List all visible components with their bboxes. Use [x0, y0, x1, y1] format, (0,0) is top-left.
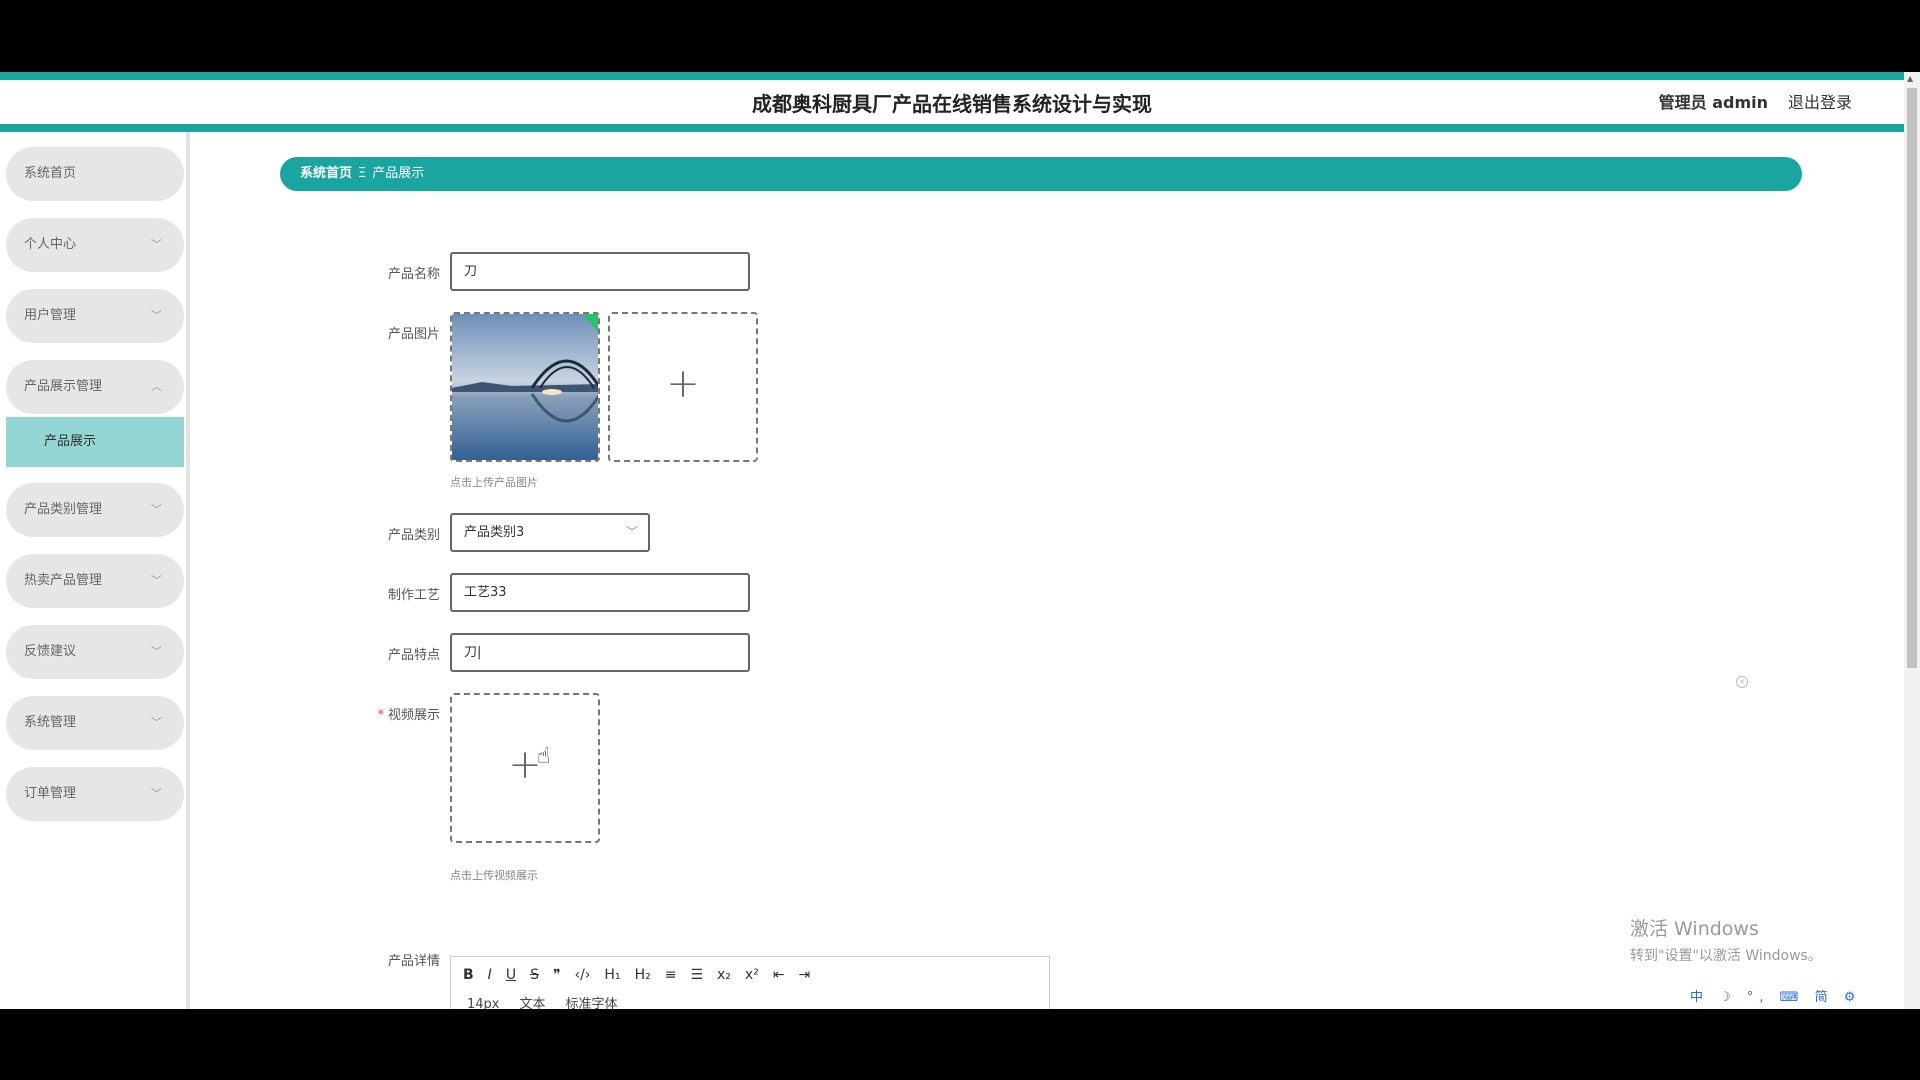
chevron-down-icon: ﹀: [151, 787, 162, 800]
sidebar-item-label: 订单管理: [24, 786, 77, 801]
required-mark: *: [377, 708, 384, 723]
bold-icon[interactable]: B: [463, 967, 474, 983]
close-icon[interactable]: ×: [1736, 676, 1748, 688]
sidebar-item-label: 热卖产品管理: [24, 573, 103, 588]
product-category-value: 产品类别3: [464, 525, 525, 540]
scroll-up-icon[interactable]: ▲: [1907, 74, 1913, 83]
subscript-icon[interactable]: x₂: [717, 967, 731, 983]
app-window: 成都奥科厨具厂产品在线销售系统设计与实现 管理员 admin 退出登录 系统首页…: [0, 72, 1920, 1009]
sidebar-item-feedback[interactable]: 反馈建议 ﹀: [6, 625, 184, 679]
breadcrumb-separator-icon: Ξ: [358, 166, 367, 181]
sidebar-item-system-management[interactable]: 系统管理 ﹀: [6, 696, 184, 750]
sidebar-item-hot-product-management[interactable]: 热卖产品管理 ﹀: [6, 554, 184, 608]
video-display-label-text: 视频展示: [387, 708, 440, 723]
product-image-hint: 点击上传产品图片: [450, 476, 538, 489]
chevron-up-icon: ︿: [151, 380, 162, 393]
product-feature-label: 产品特点: [387, 648, 440, 663]
chevron-down-icon: ﹀: [151, 309, 162, 322]
editor-toolbar-row2: 14px 文本 标准字体: [467, 993, 638, 1009]
product-image-upload-button[interactable]: +: [608, 312, 758, 462]
chevron-down-icon: ﹀: [151, 716, 162, 729]
superscript-icon[interactable]: x²: [745, 967, 759, 983]
blockquote-icon[interactable]: ❞: [553, 967, 561, 983]
product-detail-label: 产品详情: [387, 954, 440, 969]
scrollbar-thumb[interactable]: [1907, 88, 1917, 668]
sidebar-item-label: 系统管理: [24, 715, 77, 730]
plus-icon: +: [508, 742, 542, 788]
text-type-select[interactable]: 文本: [520, 993, 546, 1009]
craft-label: 制作工艺: [387, 588, 440, 603]
sidebar-item-label: 产品展示: [44, 434, 97, 449]
sidebar-item-user-management[interactable]: 用户管理 ﹀: [6, 289, 184, 343]
code-icon[interactable]: ‹/›: [575, 967, 591, 983]
sidebar-item-personal-center[interactable]: 个人中心 ﹀: [6, 218, 184, 272]
plus-icon: +: [666, 361, 700, 407]
page-title: 成都奥科厨具厂产品在线销售系统设计与实现: [752, 92, 1152, 116]
editor-toolbar: B I U S ❞ ‹/› H₁ H₂ ≡ ☰ x₂ x² ⇤ ⇥: [463, 967, 824, 983]
admin-user-label: 管理员 admin: [1658, 93, 1768, 112]
sidebar-item-label: 系统首页: [24, 166, 77, 181]
indent-icon[interactable]: ⇥: [799, 967, 811, 983]
heading1-icon[interactable]: H₁: [604, 967, 620, 983]
sidebar-item-label: 产品类别管理: [24, 502, 103, 517]
product-category-label: 产品类别: [387, 528, 440, 543]
sidebar-item-label: 个人中心: [24, 237, 77, 252]
sidebar-item-product-category-management[interactable]: 产品类别管理 ﹀: [6, 483, 184, 537]
chevron-down-icon: ﹀: [625, 525, 638, 539]
video-upload-button[interactable]: +: [450, 693, 600, 843]
sidebar-item-label: 用户管理: [24, 308, 77, 323]
video-upload-hint: 点击上传视频展示: [450, 869, 538, 882]
product-image-label: 产品图片: [387, 327, 440, 342]
breadcrumb-current: 产品展示: [372, 166, 425, 181]
bridge-photo-image: [452, 314, 598, 460]
font-size-select[interactable]: 14px: [467, 997, 500, 1009]
outdent-icon[interactable]: ⇤: [773, 967, 785, 983]
sidebar-subitem-product-display[interactable]: 产品展示: [6, 417, 184, 467]
chevron-down-icon: ﹀: [151, 238, 162, 251]
craft-input[interactable]: 工艺33: [450, 573, 750, 612]
watermark-line1: 激活 Windows: [1630, 918, 1759, 940]
chevron-down-icon: ﹀: [151, 503, 162, 516]
logout-link[interactable]: 退出登录: [1788, 89, 1852, 113]
rich-text-editor: B I U S ❞ ‹/› H₁ H₂ ≡ ☰ x₂ x² ⇤ ⇥ 14px 文本 标准字体: [450, 956, 1050, 1009]
vertical-scrollbar[interactable]: ▲: [1904, 72, 1920, 1009]
sidebar-item-order-management[interactable]: 订单管理 ﹀: [6, 767, 184, 821]
ordered-list-icon[interactable]: ≡: [665, 967, 677, 983]
sidebar-item-home[interactable]: 系统首页: [6, 147, 184, 201]
windows-activation-watermark: 激活 Windows 转到"设置"以激活 Windows。: [1630, 914, 1822, 965]
video-display-label: * 视频展示: [320, 704, 440, 723]
strikethrough-icon[interactable]: S: [530, 967, 539, 983]
bullet-list-icon[interactable]: ☰: [690, 967, 703, 983]
chevron-down-icon: ﹀: [151, 574, 162, 587]
breadcrumb-home[interactable]: 系统首页: [300, 166, 352, 181]
product-feature-input[interactable]: 刀|: [450, 633, 750, 672]
italic-icon[interactable]: I: [488, 967, 492, 983]
chevron-down-icon: ﹀: [151, 645, 162, 658]
underline-icon[interactable]: U: [506, 967, 516, 983]
hand-cursor-icon: ☝: [537, 744, 551, 769]
sidebar-item-label: 产品展示管理: [24, 379, 103, 394]
ime-toolbar[interactable]: 中 ☽ °, ⌨ 简 ⚙: [1690, 986, 1861, 1005]
product-category-select[interactable]: 产品类别3 ﹀: [450, 513, 650, 552]
font-family-select[interactable]: 标准字体: [566, 993, 618, 1009]
breadcrumb: 系统首页 Ξ 产品展示: [280, 157, 1802, 191]
sidebar-item-product-display-management[interactable]: 产品展示管理 ︿: [6, 360, 184, 414]
top-header: 成都奥科厨具厂产品在线销售系统设计与实现 管理员 admin 退出登录: [0, 72, 1904, 132]
product-image-thumbnail[interactable]: [450, 312, 600, 462]
heading2-icon[interactable]: H₂: [635, 967, 651, 983]
watermark-line2: 转到"设置"以激活 Windows。: [1630, 948, 1822, 964]
product-name-input[interactable]: 刀: [450, 252, 750, 291]
sidebar-item-label: 反馈建议: [24, 644, 77, 659]
product-name-label: 产品名称: [387, 267, 440, 282]
sidebar: 系统首页 个人中心 ﹀ 用户管理 ﹀ 产品展示管理 ︿ 产品展示 产品类别管理 …: [0, 132, 190, 1009]
